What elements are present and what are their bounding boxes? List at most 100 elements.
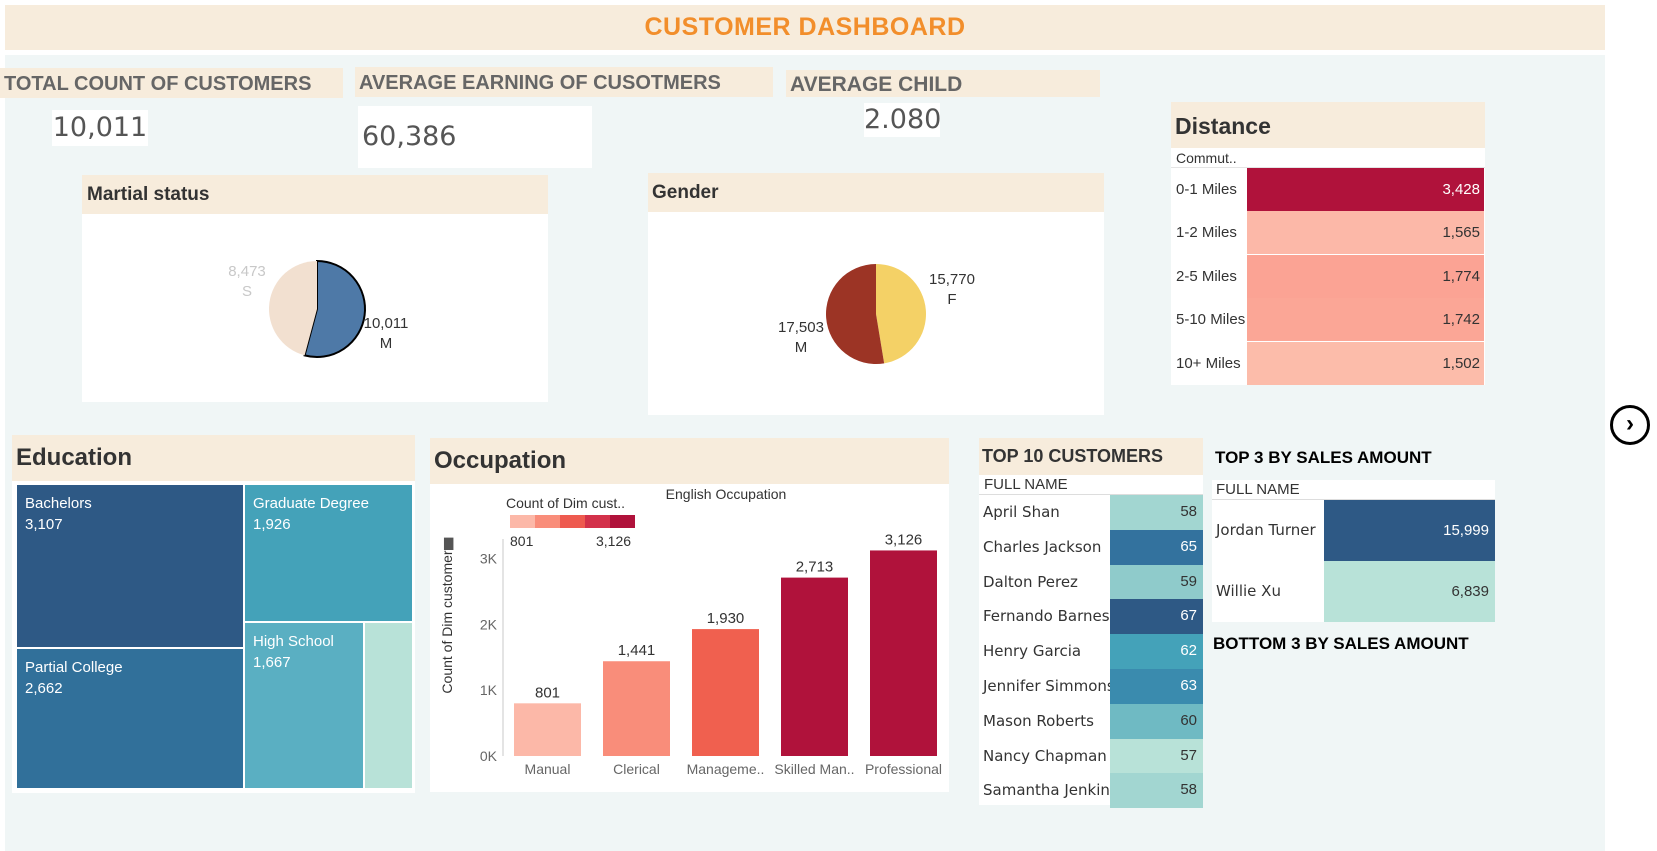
distance-row-label: 1-2 Miles [1176, 224, 1237, 242]
distance-row[interactable]: 5-10 Miles 1,742 [1171, 298, 1485, 342]
treemap-cell-value: 2,662 [25, 680, 63, 697]
top3-value: 6,839 [1324, 561, 1495, 622]
marital-status-title: Martial status [82, 175, 548, 214]
dashboard-title: CUSTOMER DASHBOARD [5, 5, 1605, 50]
top3-row[interactable]: Willie Xu 6,839 [1212, 561, 1495, 622]
bar-value-label: 801 [535, 684, 560, 701]
bar-manageme[interactable] [692, 629, 759, 756]
top10-name: Samantha Jenkins [983, 781, 1118, 800]
kpi-average-earning-label: AVERAGE EARNING OF CUSOTMERS [355, 67, 773, 97]
top10-value: 58 [1110, 495, 1203, 530]
distance-row-label: 0-1 Miles [1176, 181, 1237, 198]
top10-name: April Shan [983, 503, 1060, 521]
occupation-legend-swatches [510, 515, 635, 528]
top10-row[interactable]: Nancy Chapman 57 [979, 738, 1203, 774]
distance-row[interactable]: 0-1 Miles 3,428 [1171, 168, 1485, 211]
top10-row[interactable]: Fernando Barnes 67 [979, 599, 1203, 635]
treemap-cell-label: High School [253, 633, 334, 650]
occupation-y-axis-icon: ▇ [443, 536, 454, 550]
distance-row-value: 1,502 [1247, 341, 1484, 385]
chevron-right-icon[interactable]: › [1610, 405, 1650, 445]
bar-clerical[interactable] [603, 661, 670, 756]
top10-row[interactable]: Henry Garcia 62 [979, 634, 1203, 669]
gender-label-m-name: M [794, 339, 808, 356]
top10-value: 62 [1110, 634, 1203, 669]
education-title: Education [12, 435, 415, 481]
top10-value: 60 [1110, 703, 1203, 739]
gender-label-f-name: F [947, 291, 957, 308]
treemap-cell-partial-college[interactable]: Partial College 2,662 [17, 649, 244, 788]
occupation-x-axis-title: English Occupation [666, 486, 787, 502]
top3-title: TOP 3 BY SALES AMOUNT [1215, 448, 1432, 467]
legend-swatch [535, 515, 560, 528]
legend-swatch [585, 515, 610, 528]
top10-value: 65 [1110, 529, 1203, 565]
top10-name: Jennifer Simmons [983, 677, 1115, 695]
distance-column-header: Commut.. [1171, 148, 1485, 168]
x-category-label: Manageme.. [687, 761, 765, 777]
top10-row[interactable]: Charles Jackson 65 [979, 529, 1203, 565]
top10-title: TOP 10 CUSTOMERS [979, 438, 1203, 475]
top10-row[interactable]: Samantha Jenkins 58 [979, 773, 1203, 809]
top3-table: Jordan Turner 15,999 Willie Xu 6,839 [1212, 500, 1495, 622]
top10-row[interactable]: April Shan 58 [979, 495, 1203, 530]
occupation-y-axis-label: Count of Dim customer [439, 550, 455, 693]
distance-title: Distance [1171, 102, 1485, 148]
distance-row-value: 1,565 [1247, 211, 1484, 255]
y-tick-label: 1K [480, 682, 498, 698]
distance-table: 0-1 Miles 3,428 1-2 Miles 1,565 2-5 Miles 1,7… [1171, 168, 1485, 385]
top3-name: Willie Xu [1216, 582, 1281, 600]
x-category-label: Clerical [613, 761, 660, 777]
distance-row[interactable]: 1-2 Miles 1,565 [1171, 211, 1485, 255]
marital-label-m-name: M [379, 335, 393, 352]
occupation-legend-max: 3,126 [596, 533, 631, 549]
marital-label-s-name: S [241, 283, 252, 300]
bar-professional[interactable] [870, 550, 937, 756]
top10-row[interactable]: Dalton Perez 59 [979, 564, 1203, 600]
gender-slice-m[interactable] [825, 264, 885, 364]
treemap-cell-label: Graduate Degree [253, 495, 369, 512]
top10-row[interactable]: Mason Roberts 60 [979, 703, 1203, 739]
top10-value: 67 [1110, 599, 1203, 635]
legend-swatch [610, 515, 635, 528]
y-tick-label: 0K [480, 748, 498, 764]
x-category-label: Manual [525, 761, 571, 777]
treemap-cell-other[interactable] [365, 623, 412, 788]
distance-row-label: 5-10 Miles [1176, 311, 1246, 329]
distance-row[interactable]: 2-5 Miles 1,774 [1171, 254, 1485, 298]
distance-row[interactable]: 10+ Miles 1,502 [1171, 341, 1485, 385]
gender-label-m-value: 17,503 [778, 319, 824, 336]
gender-slice-f[interactable] [876, 264, 926, 364]
treemap-cell-graduate-degree[interactable]: Graduate Degree 1,926 [245, 485, 412, 622]
treemap-cell-high-school[interactable]: High School 1,667 [245, 623, 364, 788]
occupation-x-labels: Manual Clerical Manageme.. Skilled Man.. Pro… [525, 761, 942, 777]
gender-pie [825, 264, 926, 364]
treemap-cell-value: 1,667 [253, 654, 291, 671]
gender-title: Gender [648, 173, 1104, 212]
distance-row-label: 2-5 Miles [1176, 267, 1237, 285]
top3-row[interactable]: Jordan Turner 15,999 [1212, 500, 1495, 561]
marital-label-m: 10,011 M [358, 314, 414, 354]
treemap-cell-bachelors[interactable]: Bachelors 3,107 [17, 485, 244, 648]
legend-swatch [560, 515, 585, 528]
occupation-legend-title: Count of Dim cust.. [506, 495, 625, 511]
kpi-total-customers-label: TOTAL COUNT OF CUSTOMERS [0, 68, 343, 98]
top10-value: 57 [1110, 738, 1203, 774]
y-tick-label: 3K [480, 551, 498, 567]
occupation-title: Occupation [430, 438, 949, 484]
x-category-label: Skilled Man.. [774, 761, 854, 777]
top10-name: Dalton Perez [983, 572, 1078, 591]
top10-name: Henry Garcia [983, 642, 1082, 661]
top10-name: Mason Roberts [983, 711, 1094, 730]
top10-row[interactable]: Jennifer Simmons 63 [979, 669, 1203, 704]
treemap-cell-label: Partial College [25, 659, 123, 676]
treemap-cell-label: Bachelors [25, 495, 92, 512]
bar-manual[interactable] [514, 703, 581, 756]
bar-skilled-man[interactable] [781, 577, 848, 756]
marital-label-s: 8,473 S [222, 262, 272, 302]
treemap-cell-value: 3,107 [25, 516, 63, 533]
top10-table: April Shan 58 Charles Jackson 65 Dalton Pere… [979, 495, 1203, 809]
marital-label-s-value: 8,473 [228, 263, 266, 280]
treemap-cell-value: 1,926 [253, 516, 291, 533]
top3-name: Jordan Turner [1216, 521, 1316, 539]
